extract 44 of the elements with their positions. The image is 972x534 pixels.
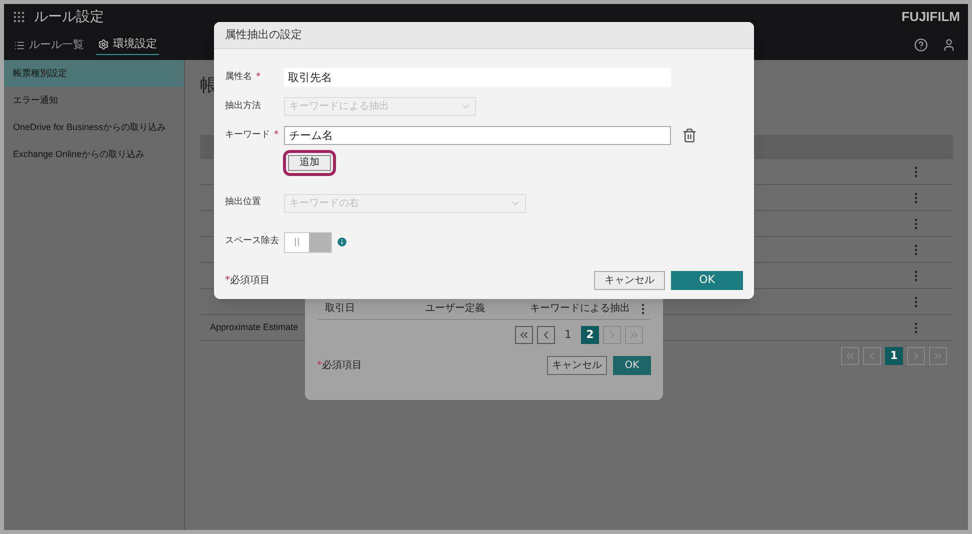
sidebar-item[interactable]: エラー通知	[4, 87, 184, 114]
ok-button[interactable]: OK	[613, 356, 651, 375]
gear-icon	[98, 39, 109, 50]
table-cell-text: ユーザー定義	[425, 302, 486, 316]
field-label: 属性名 *	[225, 70, 262, 84]
list-icon	[14, 40, 25, 50]
cancel-button[interactable]: キャンセル	[594, 271, 665, 290]
field-label: スペース除去	[225, 235, 280, 248]
input-field[interactable]: 取引先名	[284, 68, 671, 87]
page-nav-button[interactable]	[537, 326, 555, 344]
input-field[interactable]: チーム名	[284, 126, 671, 145]
add-button[interactable]: 追加	[288, 154, 331, 170]
app-title: ルール設定	[34, 8, 104, 26]
app-grid-icon[interactable]	[12, 10, 26, 24]
table-cell-text: 取引日	[325, 302, 356, 316]
nav-tab[interactable]: 環境設定	[96, 35, 159, 55]
field-label: 抽出位置	[225, 196, 262, 210]
double-chevron-icon	[932, 350, 944, 362]
required-note: *必須項目	[225, 274, 270, 288]
field-label: 抽出方法	[225, 100, 262, 113]
cancel-button[interactable]: キャンセル	[547, 356, 607, 375]
toggle-switch[interactable]	[284, 232, 332, 252]
ok-button[interactable]: OK	[671, 271, 743, 290]
double-chevron-icon	[844, 350, 856, 362]
help-icon[interactable]	[914, 38, 928, 52]
sidebar-item[interactable]: OneDrive for Businessからの取り込み	[4, 114, 184, 141]
page-button[interactable]: 1	[885, 347, 903, 365]
dialog-title: 属性抽出の設定	[225, 26, 302, 43]
double-chevron-icon	[518, 329, 530, 341]
sidebar-item[interactable]: Exchange Onlineからの取り込み	[4, 141, 184, 168]
page-button[interactable]: 1	[559, 326, 577, 344]
sidebar-item[interactable]: 帳票種別設定	[4, 60, 184, 87]
nav-tab[interactable]: ルール一覧	[12, 35, 86, 55]
brand-logo: FUJIFILM	[902, 8, 960, 26]
trash-icon[interactable]	[682, 128, 697, 143]
page-nav-button[interactable]	[515, 326, 533, 344]
double-chevron-icon	[628, 329, 640, 341]
table-cell-text: キーワードによる抽出	[530, 302, 630, 316]
required-note: *必須項目	[317, 358, 362, 373]
field-label: キーワード *	[225, 128, 280, 142]
page-button[interactable]: 2	[581, 326, 599, 344]
user-icon[interactable]	[942, 38, 956, 52]
info-icon[interactable]	[336, 236, 348, 248]
table-cell-text: Approximate Estimate	[210, 320, 298, 334]
